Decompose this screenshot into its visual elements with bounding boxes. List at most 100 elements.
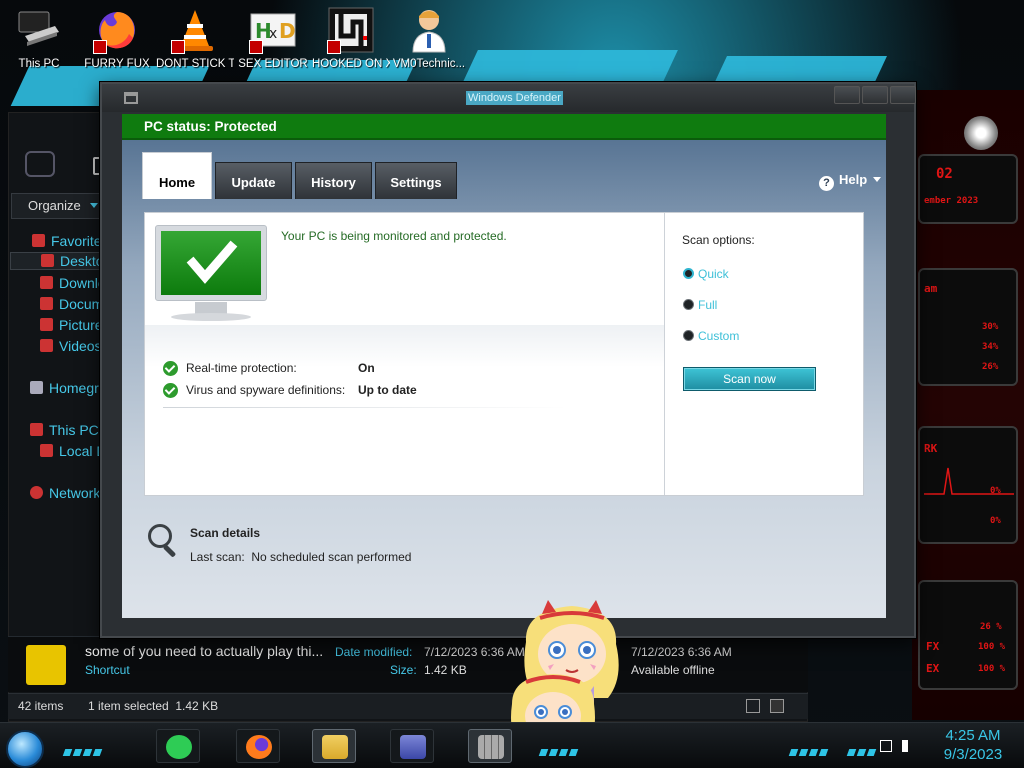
alienware-gadget-panel: 02 ember 2023 am 30% 34% 26% RK 0% 0% 26… — [912, 90, 1024, 720]
desktop-icon-this-pc[interactable]: This PC — [0, 6, 78, 71]
window-system-icon[interactable] — [124, 92, 138, 104]
scan-details-title: Scan details — [190, 526, 261, 540]
nav-this-pc[interactable]: This PC — [30, 422, 99, 438]
desktop-icon-label: This PC — [18, 58, 60, 70]
details-availability-value: Available offline — [631, 663, 715, 677]
shortcut-arrow-icon — [327, 40, 341, 54]
taskbar-clock[interactable]: 4:25 AM 9/3/2023 — [936, 726, 1010, 764]
details-date-created-value: 7/12/2023 6:36 AM — [631, 645, 732, 659]
alienware-network-block: RK 0% 0% — [918, 426, 1018, 544]
tab-update[interactable]: Update — [215, 162, 292, 199]
details-size-value: 1.42 KB — [424, 663, 467, 677]
desktop-icon-label: SEX EDITOR — [238, 58, 308, 70]
desktop-icon-technician[interactable]: VM0Technic... — [390, 6, 468, 71]
nav-label: Videos — [59, 338, 102, 354]
desktop-icon-firefox[interactable]: FURRY FUX — [78, 6, 156, 71]
window-titlebar[interactable]: Windows Defender — [102, 84, 916, 112]
start-button[interactable] — [6, 730, 44, 768]
details-view-button[interactable] — [746, 699, 760, 713]
taskbar-app-firefox[interactable] — [236, 729, 280, 763]
nav-network[interactable]: Network — [30, 485, 100, 501]
alienware-date-block: 02 ember 2023 — [918, 154, 1018, 224]
desktop-icon-xonix[interactable]: HOOKED ON XONIX — [312, 6, 390, 71]
monitor-screen — [155, 225, 267, 301]
minimize-button[interactable] — [834, 86, 860, 104]
shortcut-arrow-icon — [249, 40, 263, 54]
panel-divider — [664, 213, 665, 495]
pictures-icon — [40, 318, 53, 331]
radio-selected-icon[interactable] — [683, 268, 694, 279]
organize-button[interactable]: Organize — [11, 193, 111, 219]
nav-favorites[interactable]: Favorites — [32, 233, 106, 249]
nav-downloads[interactable]: Downloads — [40, 275, 106, 291]
scan-now-button[interactable]: Scan now — [683, 367, 816, 391]
protected-monitor-icon — [153, 223, 269, 331]
taskbar-app-windows-defender[interactable] — [468, 729, 512, 763]
desktop-icon-vlc[interactable]: DONT STICK THIS IN YO... — [156, 6, 234, 71]
nav-local-disk[interactable]: Local Disk — [40, 443, 106, 459]
taskbar-decoration — [538, 741, 580, 756]
radio-icon[interactable] — [683, 299, 694, 310]
control-panel-icon — [400, 735, 426, 759]
window-title: Windows Defender — [466, 91, 563, 105]
check-circle-icon — [163, 383, 178, 398]
alien-text: 100 % — [978, 664, 1006, 674]
nav-label: Favorites — [51, 233, 106, 249]
nav-desktop[interactable]: Desktop — [10, 252, 106, 270]
alienware-cpu-block: am 30% 34% 26% — [918, 268, 1018, 386]
magnifier-handle — [162, 544, 177, 558]
organize-label: Organize — [28, 198, 81, 213]
system-tray — [880, 740, 916, 755]
alien-text: FX — [926, 640, 940, 653]
desktop-icon-label: VM0Technic... — [392, 58, 466, 70]
homegroup-icon — [30, 381, 43, 394]
taskbar-decoration — [62, 741, 104, 756]
nav-homegroup[interactable]: Homegroup — [30, 380, 106, 396]
scan-options-title: Scan options: — [682, 233, 755, 247]
taskbar-decoration — [846, 741, 878, 756]
protection-divider — [163, 407, 567, 408]
home-panel: Your PC is being monitored and protected… — [144, 212, 864, 496]
details-date-modified-value: 7/12/2023 6:36 AM — [424, 645, 525, 659]
radio-label: Quick — [698, 267, 729, 281]
tab-settings[interactable]: Settings — [375, 162, 457, 199]
alien-text: EX — [926, 662, 940, 675]
action-center-icon[interactable] — [880, 740, 892, 752]
monitor-base — [171, 313, 251, 321]
details-file-type: Shortcut — [85, 663, 130, 677]
details-size-label: Size: — [390, 663, 417, 677]
svg-text:x: x — [269, 26, 277, 42]
large-icons-view-button[interactable] — [770, 699, 784, 713]
desktop-icon-label: HOOKED ON XONIX — [312, 58, 390, 70]
nav-label: Homegroup — [49, 380, 106, 396]
file-thumbnail — [26, 645, 66, 685]
help-menu-button[interactable]: ? Help — [819, 172, 882, 191]
maximize-button[interactable] — [862, 86, 888, 104]
nav-documents[interactable]: Documents — [40, 296, 106, 312]
clock-date: 9/3/2023 — [943, 746, 1003, 763]
taskbar-app-control-panel[interactable] — [390, 729, 434, 763]
alien-text: ember 2023 — [924, 196, 979, 206]
tab-label: Home — [158, 175, 196, 190]
tab-history[interactable]: History — [295, 162, 372, 199]
explorer-back-button[interactable] — [25, 151, 55, 177]
tab-home[interactable]: Home — [142, 152, 212, 199]
tab-label: Update — [231, 175, 276, 190]
vlc-icon — [171, 6, 219, 54]
close-button[interactable] — [890, 86, 916, 104]
download-icon — [40, 276, 53, 289]
volume-icon[interactable] — [901, 740, 916, 752]
taskbar-app-file-explorer[interactable] — [312, 729, 356, 763]
explorer-details-pane: some of you need to actually play thi...… — [8, 636, 808, 692]
status-selection: 1 item selected 1.42 KB — [88, 699, 219, 713]
pc-status-text: PC status: Protected — [144, 119, 277, 134]
radio-icon[interactable] — [683, 330, 694, 341]
alien-text: am — [924, 282, 938, 295]
alien-text: 0% — [990, 516, 1001, 526]
alien-text: 02 — [936, 166, 953, 182]
taskbar-app-notes[interactable] — [156, 729, 200, 763]
nav-videos[interactable]: Videos — [40, 338, 102, 354]
desktop-icon-hxd[interactable]: H x D SEX EDITOR — [234, 6, 312, 71]
chevron-down-icon — [90, 203, 99, 208]
nav-pictures[interactable]: Pictures — [40, 317, 106, 333]
